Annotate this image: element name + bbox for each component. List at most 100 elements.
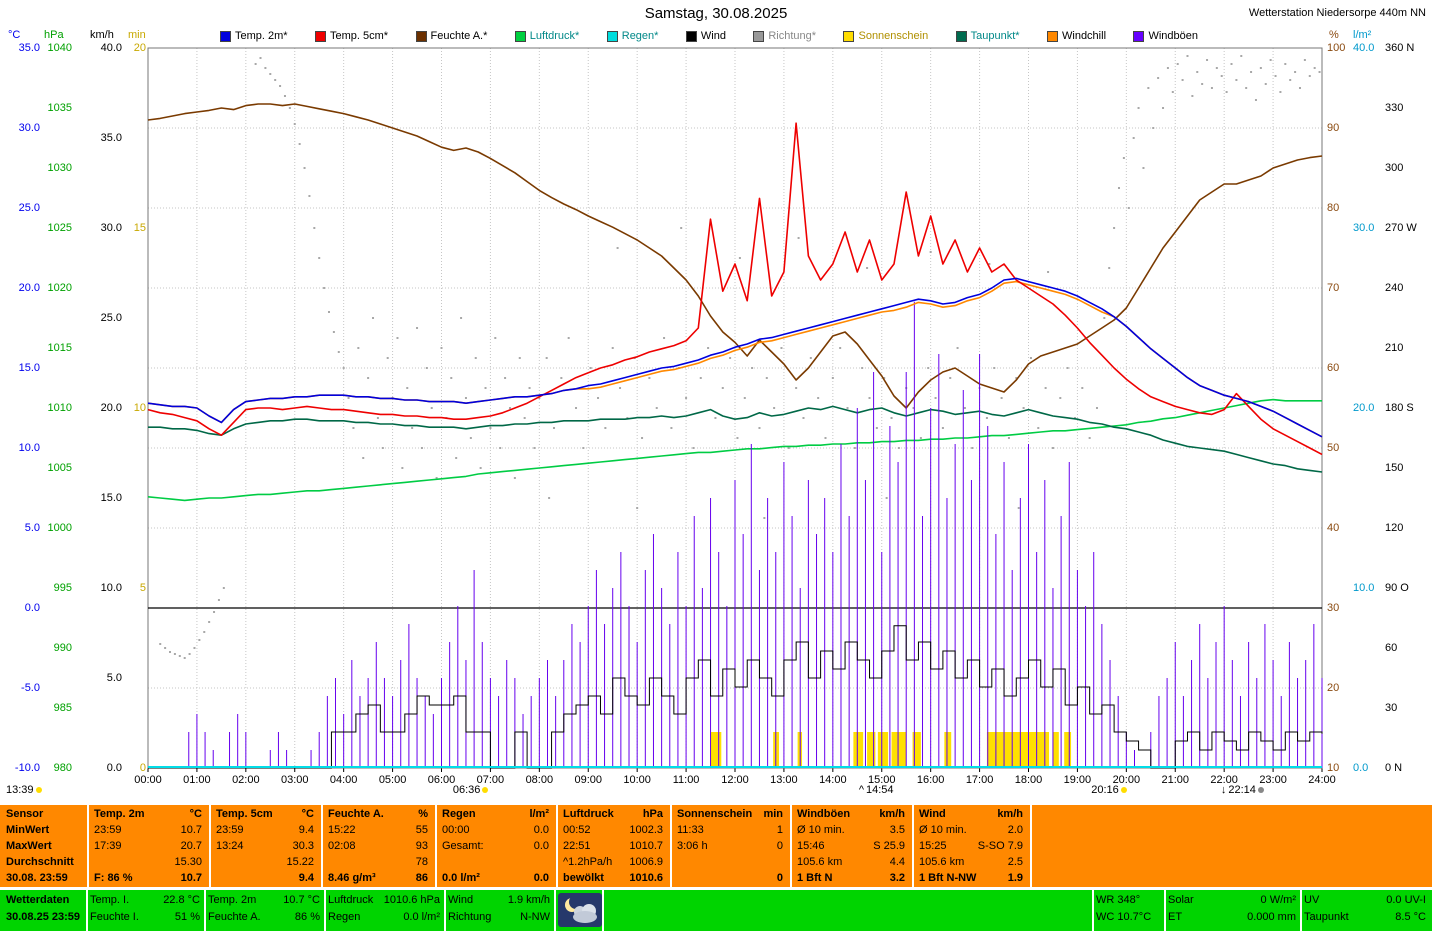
series-richtung	[1108, 267, 1110, 269]
series-richtung	[1162, 107, 1164, 109]
event-time: 06:36	[453, 784, 481, 796]
series-richtung	[343, 367, 345, 369]
sun-dot-icon	[1258, 787, 1264, 793]
series-richtung	[333, 331, 335, 333]
series-richtung	[489, 427, 491, 429]
series-richtung	[1172, 91, 1174, 93]
rain-tick-label: 0.0	[1353, 763, 1383, 774]
series-richtung	[795, 387, 797, 389]
sun-tick-label: 15	[126, 223, 146, 234]
summary-row-label: Durchschnitt	[6, 856, 74, 869]
series-richtung	[886, 497, 888, 499]
series-richtung	[328, 311, 330, 313]
series-richtung	[1309, 75, 1311, 77]
series-richtung	[641, 437, 643, 439]
axis-unit-label: hPa	[44, 30, 64, 41]
pressure-tick-label: 1005	[42, 463, 72, 474]
series-richtung	[1045, 387, 1047, 389]
series-richtung	[514, 477, 516, 479]
status-separator	[1164, 890, 1166, 931]
status-row-label: 30.08.25 23:59	[6, 911, 80, 924]
humidity-tick-label: 90	[1327, 123, 1351, 134]
series-richtung	[839, 347, 841, 349]
series-richtung	[680, 227, 682, 229]
series-sonnenschein	[867, 732, 875, 767]
series-richtung	[1138, 107, 1140, 109]
series-richtung	[617, 247, 619, 249]
time-axis-label: 10:00	[617, 774, 657, 786]
series-richtung	[1103, 317, 1105, 319]
pressure-tick-label: 1025	[42, 223, 72, 234]
series-richtung	[971, 447, 973, 449]
series-richtung	[766, 377, 768, 379]
series-richtung	[504, 377, 506, 379]
sun-event-label: 20:16	[1091, 784, 1127, 796]
series-richtung	[1260, 67, 1262, 69]
wind-tick-label: 20.0	[86, 403, 122, 414]
series-richtung	[707, 347, 709, 349]
status-cell-value: 0.0 l/m²	[328, 911, 440, 924]
series-richtung	[367, 377, 369, 379]
series-richtung	[927, 367, 929, 369]
rain-tick-label: 30.0	[1353, 223, 1383, 234]
series-richtung	[519, 357, 521, 359]
series-richtung	[575, 407, 577, 409]
series-sonnenschein	[944, 732, 951, 767]
time-axis-label: 08:00	[519, 774, 559, 786]
series-richtung	[1206, 59, 1208, 61]
temp-tick-label: 0.0	[4, 603, 40, 614]
temp-tick-label: -5.0	[4, 683, 40, 694]
direction-tick-label: 180 S	[1385, 403, 1431, 414]
table-separator	[1030, 805, 1032, 887]
summary-col-unit: min	[671, 808, 783, 821]
status-separator	[554, 890, 556, 931]
series-richtung	[1319, 71, 1321, 73]
series-richtung	[802, 417, 804, 419]
series-richtung	[304, 167, 306, 169]
series-richtung	[1123, 157, 1125, 159]
series-richtung	[279, 85, 281, 87]
summary-cell-value: 2.5	[913, 856, 1023, 869]
summary-cell-value: S 25.9	[791, 840, 905, 853]
series-richtung	[810, 357, 812, 359]
series-richtung	[935, 397, 937, 399]
series-richtung	[1299, 87, 1301, 89]
series-richtung	[685, 397, 687, 399]
series-richtung	[494, 337, 496, 339]
series-richtung	[1118, 187, 1120, 189]
summary-cell-value: 1010.6	[557, 872, 663, 885]
series-richtung	[612, 347, 614, 349]
series-richtung	[1167, 67, 1169, 69]
summary-cell-value: 86	[322, 872, 428, 885]
series-richtung	[198, 639, 200, 641]
series-richtung	[213, 611, 215, 613]
series-richtung	[416, 327, 418, 329]
series-richtung	[597, 397, 599, 399]
series-richtung	[1067, 367, 1069, 369]
series-richtung	[1235, 79, 1237, 81]
series-richtung	[798, 237, 800, 239]
status-cell-value: 22.8 °C	[90, 894, 200, 907]
event-prefix-icon: ↓	[1221, 784, 1227, 796]
series-richtung	[553, 427, 555, 429]
series-sonnenschein	[1064, 732, 1071, 767]
summary-cell-value: 0.0	[436, 840, 549, 853]
pressure-tick-label: 1020	[42, 283, 72, 294]
sun-event-label: 13:39	[6, 784, 42, 796]
event-prefix-icon: ^	[859, 784, 864, 796]
series-richtung	[1186, 55, 1188, 57]
humidity-tick-label: 70	[1327, 283, 1351, 294]
status-cell-value: 51 %	[90, 911, 200, 924]
series-richtung	[406, 387, 408, 389]
summary-cell-value: S-SO 7.9	[913, 840, 1023, 853]
series-richtung	[1240, 55, 1242, 57]
humidity-tick-label: 60	[1327, 363, 1351, 374]
series-richtung	[986, 417, 988, 419]
series-richtung	[700, 377, 702, 379]
direction-tick-label: 210	[1385, 343, 1431, 354]
status-separator	[204, 890, 206, 931]
summary-cell-value: 1006.9	[557, 856, 663, 869]
temp-tick-label: 20.0	[4, 283, 40, 294]
wind-tick-label: 15.0	[86, 493, 122, 504]
series-richtung	[854, 447, 856, 449]
